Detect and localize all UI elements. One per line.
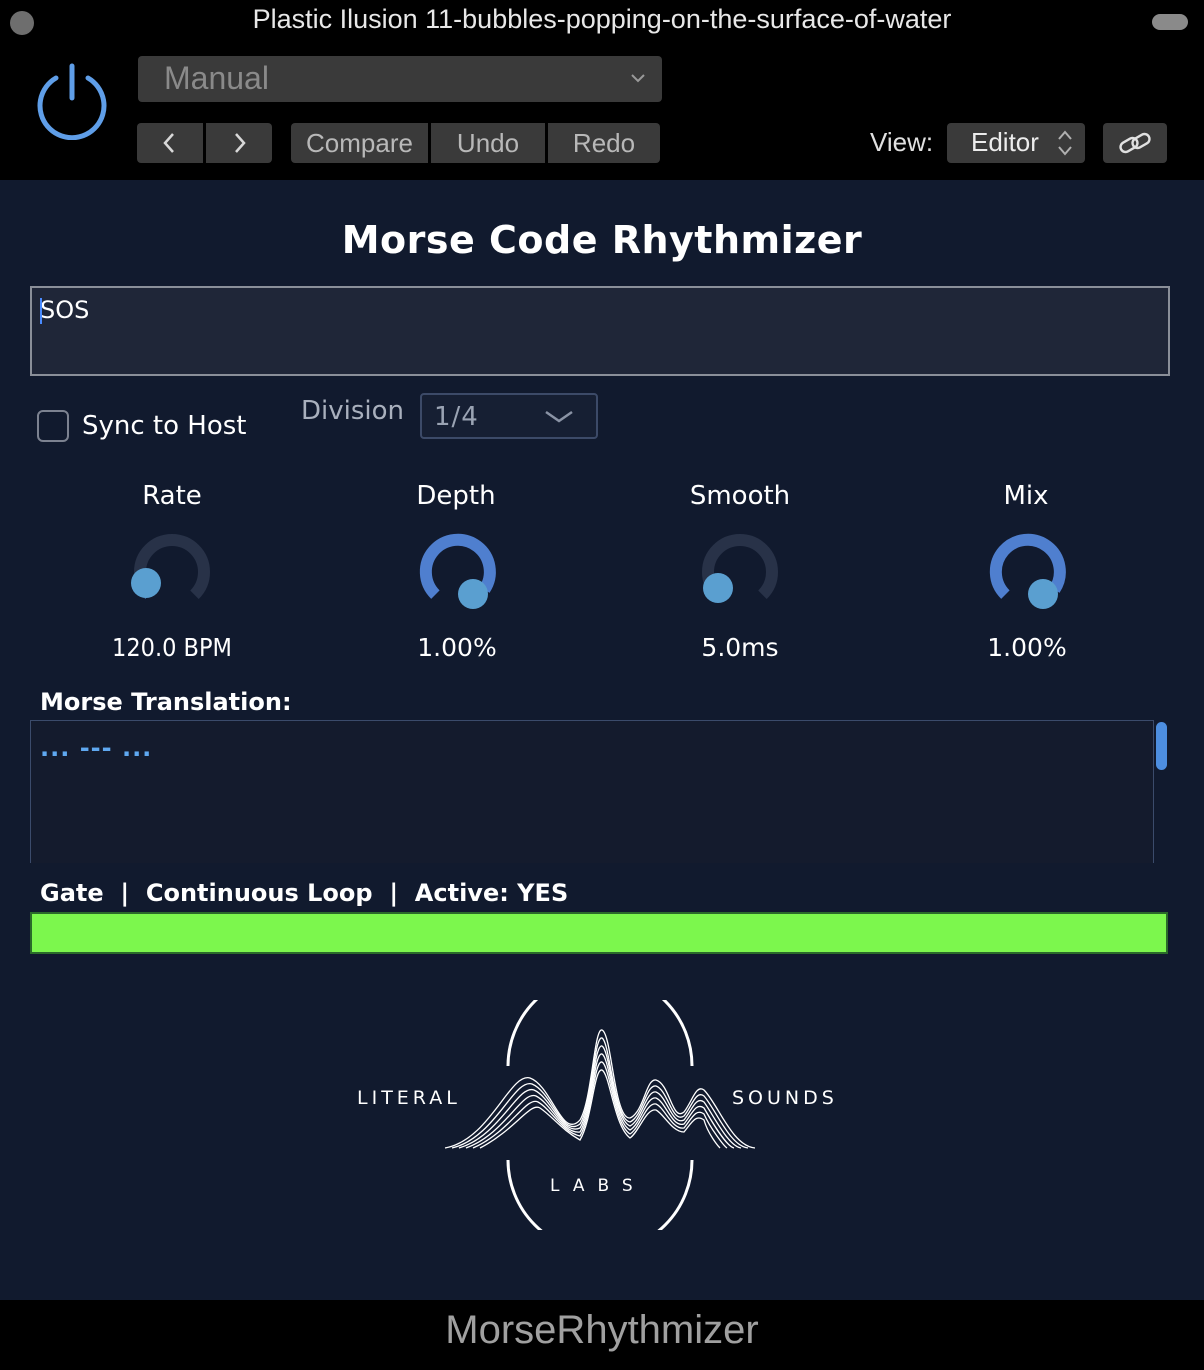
link-icon — [1119, 132, 1151, 154]
status-mode: Gate — [40, 879, 104, 907]
preset-dropdown[interactable]: Manual — [138, 56, 662, 102]
division-label: Division — [301, 396, 405, 426]
plugin-window: Plastic Ilusion 11-bubbles-popping-on-th… — [0, 0, 1204, 1370]
logo-word-left: LITERAL — [357, 1087, 461, 1109]
sync-to-host-checkbox[interactable] — [37, 410, 69, 442]
chevron-right-icon — [235, 133, 246, 153]
morse-translation-value: ... --- ... — [40, 734, 153, 762]
smooth-label: Smooth — [689, 481, 791, 511]
morse-translation-scrollbar[interactable] — [1156, 722, 1167, 770]
view-select[interactable]: Editor — [947, 123, 1085, 163]
window-title: Plastic Ilusion 11-bubbles-popping-on-th… — [252, 4, 952, 34]
rate-label: Rate — [142, 481, 202, 511]
depth-knob[interactable] — [416, 530, 500, 614]
sync-to-host-label[interactable]: Sync to Host — [82, 411, 247, 441]
power-icon[interactable] — [32, 60, 112, 141]
division-dropdown[interactable]: 1/4 — [420, 393, 598, 439]
preset-value: Manual — [164, 60, 269, 96]
redo-button[interactable]: Redo — [548, 123, 660, 163]
depth-value: 1.00% — [417, 633, 497, 662]
division-value: 1/4 — [434, 402, 479, 432]
host-header: Plastic Ilusion 11-bubbles-popping-on-th… — [0, 0, 1204, 180]
mix-knob[interactable] — [986, 530, 1070, 614]
plugin-title: Morse Code Rhythmizer — [341, 218, 863, 262]
logo-word-bottom: LABS — [550, 1176, 646, 1196]
status-separator: | — [389, 879, 399, 907]
status-line: Gate | Continuous Loop | Active: YES — [40, 879, 568, 907]
status-active: Active: YES — [414, 879, 569, 907]
morse-text-input[interactable]: SOS — [30, 286, 1170, 376]
footer-bar: MorseRhythmizer — [0, 1300, 1204, 1370]
rate-knob[interactable] — [130, 530, 214, 614]
plugin-name: MorseRhythmizer — [445, 1308, 759, 1352]
next-preset-button[interactable] — [206, 123, 272, 163]
view-label: View: — [870, 127, 934, 157]
rate-value: 120.0 BPM — [112, 633, 232, 662]
mix-label: Mix — [1003, 481, 1049, 511]
compare-button[interactable]: Compare — [291, 123, 428, 163]
morse-translation-area[interactable]: ... --- ... — [30, 720, 1154, 863]
undo-button[interactable]: Undo — [431, 123, 545, 163]
chevron-left-icon — [163, 133, 174, 153]
text-caret — [40, 298, 42, 324]
gate-indicator-bar — [30, 912, 1168, 954]
status-separator: | — [120, 879, 130, 907]
depth-label: Depth — [416, 481, 496, 511]
smooth-knob[interactable] — [698, 530, 782, 614]
link-button[interactable] — [1103, 123, 1167, 163]
previous-preset-button[interactable] — [137, 123, 203, 163]
view-value: Editor — [971, 127, 1039, 157]
chevron-down-icon — [631, 74, 645, 83]
smooth-value: 5.0ms — [701, 633, 779, 662]
literal-sounds-labs-logo: LITERAL SOUNDS LABS — [357, 1000, 838, 1230]
text-input-value: SOS — [40, 296, 90, 324]
mix-value: 1.00% — [987, 633, 1067, 662]
status-loop: Continuous Loop — [145, 879, 373, 907]
morse-translation-label: Morse Translation: — [40, 688, 292, 716]
updown-chevron-icon — [1058, 130, 1072, 156]
logo-word-right: SOUNDS — [732, 1087, 838, 1109]
chevron-down-icon — [545, 410, 573, 423]
